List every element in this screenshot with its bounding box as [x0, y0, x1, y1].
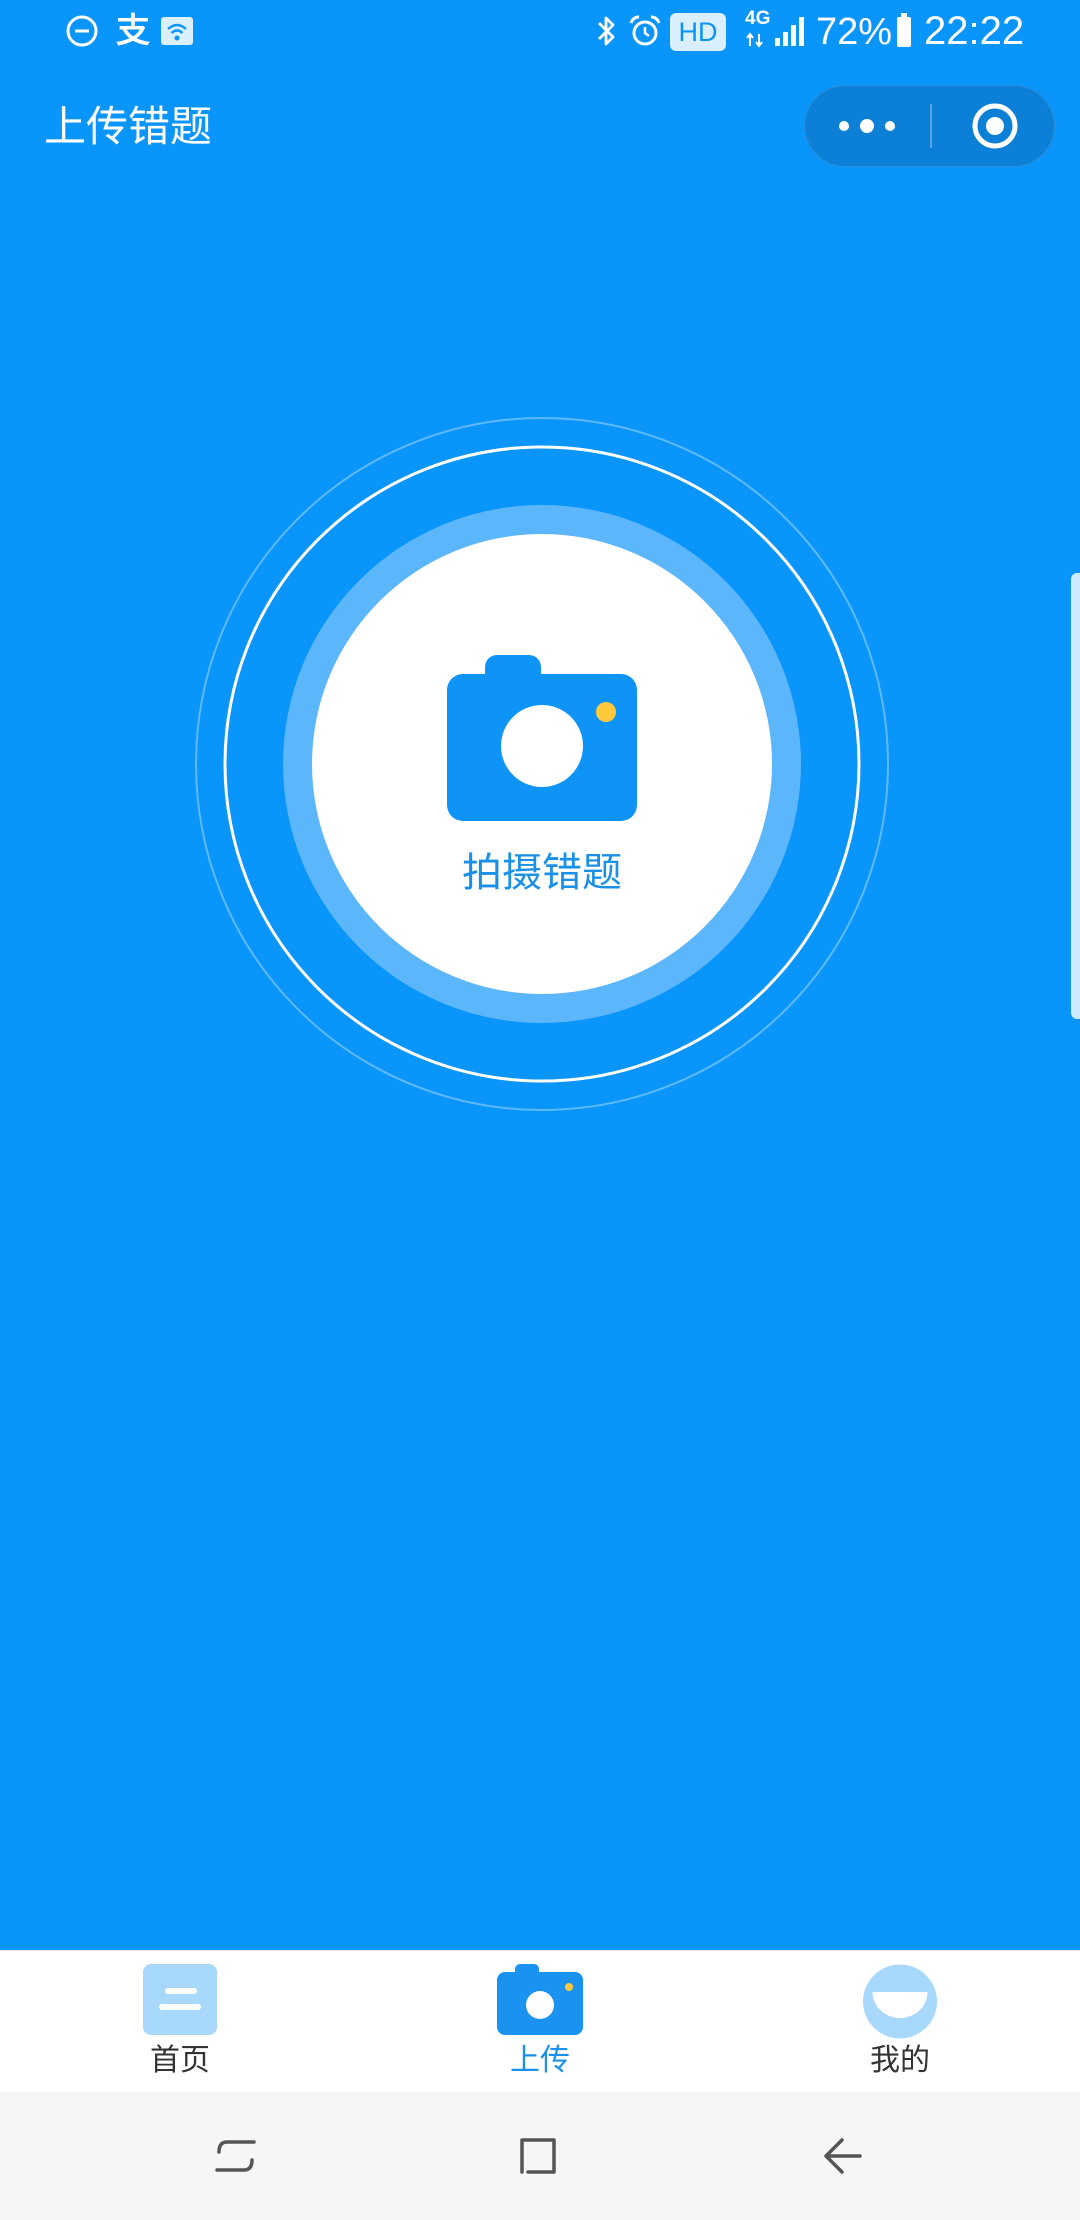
signal-icon: [775, 17, 804, 46]
status-time: 22:22: [924, 9, 1025, 53]
tab-home-label: 首页: [150, 2044, 210, 2077]
alarm-icon: [629, 15, 661, 46]
more-dots-icon: [839, 119, 895, 133]
bluetooth-icon: [598, 16, 615, 46]
home-square-icon[interactable]: [514, 2132, 562, 2180]
capture-button[interactable]: 拍摄错题: [192, 414, 892, 1114]
tab-profile[interactable]: 我的: [720, 1951, 1080, 2092]
network-type: 4G: [745, 8, 771, 29]
battery-icon: [897, 13, 911, 47]
hd-badge: HD: [670, 13, 726, 51]
close-button[interactable]: [932, 86, 1054, 166]
tab-upload[interactable]: 上传: [360, 1951, 720, 2092]
capture-label: 拍摄错题: [462, 851, 622, 895]
data-arrows-icon: [746, 32, 763, 48]
tab-bar: 首页 上传 我的: [0, 1950, 1080, 2092]
alipay-icon: 支: [116, 12, 150, 50]
do-not-disturb-icon: [66, 15, 98, 47]
profile-icon: [863, 1964, 937, 2039]
battery-percent: 72%: [816, 11, 893, 53]
home-icon: [143, 1964, 217, 2035]
page-title: 上传错题: [44, 103, 213, 150]
camera-icon: [447, 655, 637, 821]
mini-program-capsule: [804, 85, 1055, 167]
capture-rings: [195, 417, 889, 1111]
more-button[interactable]: [805, 86, 930, 166]
tab-upload-label: 上传: [510, 2044, 570, 2077]
tab-profile-label: 我的: [870, 2044, 930, 2077]
system-nav-bar: [0, 2092, 1080, 2220]
wifi-icon: [161, 17, 193, 45]
tab-home[interactable]: 首页: [0, 1951, 360, 2092]
target-icon: [972, 103, 1018, 149]
recent-apps-icon[interactable]: [212, 2132, 260, 2180]
back-arrow-icon[interactable]: [818, 2132, 866, 2180]
camera-icon: [497, 1964, 583, 2035]
side-drawer-handle[interactable]: [1071, 573, 1080, 1019]
